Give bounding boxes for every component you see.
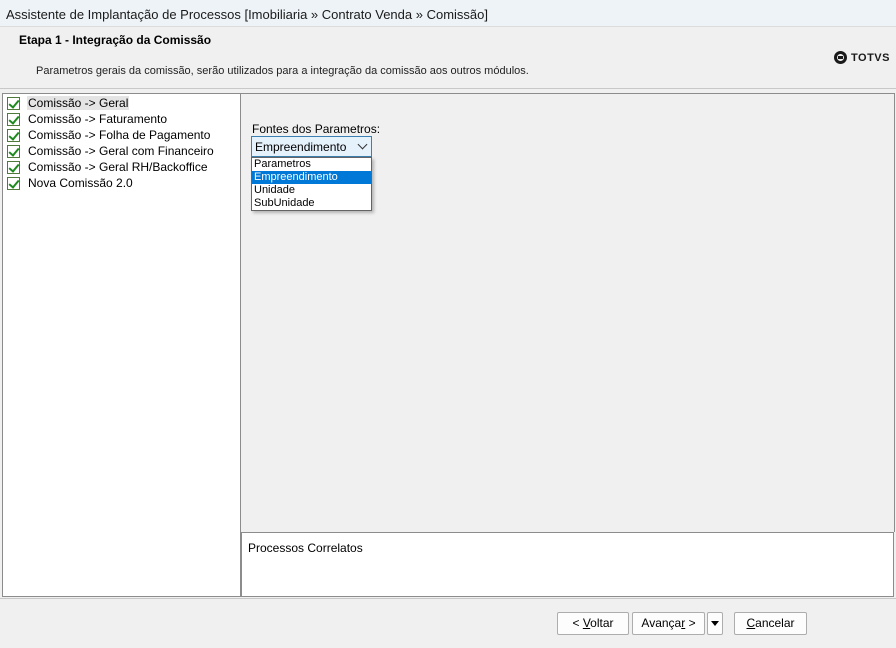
tree-item-label: Comissão -> Faturamento	[28, 112, 168, 126]
next-button-label: Avança	[641, 616, 682, 630]
checkbox-checked-icon[interactable]	[7, 176, 20, 190]
cancel-button-mnemonic: C	[746, 616, 756, 630]
totvs-logo-text: TOTVS	[851, 51, 890, 64]
next-button[interactable]: Avançar >	[632, 612, 705, 635]
related-processes-title: Processos Correlatos	[248, 541, 363, 555]
fontes-label: Fontes dos Parametros:	[252, 122, 381, 136]
tree-item-comissao-faturamento[interactable]: Comissão -> Faturamento	[7, 111, 168, 127]
tree-item-comissao-folha[interactable]: Comissão -> Folha de Pagamento	[7, 127, 211, 143]
title-bar: Assistente de Implantação de Processos […	[0, 0, 896, 27]
option-parametros[interactable]: Parametros	[252, 158, 371, 171]
tree-item-label: Comissão -> Folha de Pagamento	[28, 128, 211, 142]
step-title: Etapa 1 - Integração da Comissão	[19, 33, 212, 47]
next-options-button[interactable]	[707, 612, 723, 635]
related-processes-panel: Processos Correlatos	[241, 532, 894, 597]
tree-item-comissao-geral[interactable]: Comissão -> Geral	[7, 95, 130, 111]
checkbox-checked-icon[interactable]	[7, 144, 20, 158]
tree-item-label: Nova Comissão 2.0	[28, 176, 133, 190]
tree-item-label: Comissão -> Geral RH/Backoffice	[28, 160, 208, 174]
step-description: Parametros gerais da comissão, serão uti…	[36, 65, 529, 77]
cancel-button[interactable]: Cancelar	[734, 612, 807, 635]
wizard-footer: < Voltar Avançar > Cancelar	[0, 598, 896, 648]
process-tree: Comissão -> Geral Comissão -> Faturament…	[2, 93, 241, 597]
checkbox-checked-icon[interactable]	[7, 112, 20, 126]
back-button-prefix: <	[572, 616, 583, 630]
totvs-logo-icon	[834, 51, 847, 64]
checkbox-checked-icon[interactable]	[7, 128, 20, 142]
option-subunidade[interactable]: SubUnidade	[252, 197, 371, 210]
tree-item-label: Comissão -> Geral com Financeiro	[28, 144, 214, 158]
checkbox-checked-icon[interactable]	[7, 160, 20, 174]
tree-item-comissao-financeiro[interactable]: Comissão -> Geral com Financeiro	[7, 143, 215, 159]
fontes-dropdown-list: Parametros Empreendimento Unidade SubUni…	[251, 157, 372, 211]
fontes-select[interactable]: Empreendimento	[251, 136, 372, 157]
option-empreendimento[interactable]: Empreendimento	[252, 171, 371, 184]
option-unidade[interactable]: Unidade	[252, 184, 371, 197]
chevron-down-icon[interactable]	[357, 139, 368, 150]
parameters-panel: Fontes dos Parametros: Empreendimento Pa…	[241, 93, 895, 532]
totvs-logo: TOTVS	[834, 51, 890, 64]
dropdown-arrow-icon	[711, 621, 719, 626]
wizard-header: Etapa 1 - Integração da Comissão Paramet…	[0, 27, 896, 89]
cancel-button-label: ancelar	[755, 616, 795, 630]
fontes-select-value: Empreendimento	[255, 140, 347, 154]
tree-item-label: Comissão -> Geral	[27, 96, 130, 110]
next-button-suffix: >	[685, 616, 696, 630]
tree-item-comissao-rh[interactable]: Comissão -> Geral RH/Backoffice	[7, 159, 209, 175]
window-title: Assistente de Implantação de Processos […	[6, 7, 488, 22]
back-button-label: oltar	[590, 616, 614, 630]
tree-item-nova-comissao[interactable]: Nova Comissão 2.0	[7, 175, 134, 191]
back-button[interactable]: < Voltar	[557, 612, 629, 635]
checkbox-checked-icon[interactable]	[7, 96, 20, 110]
